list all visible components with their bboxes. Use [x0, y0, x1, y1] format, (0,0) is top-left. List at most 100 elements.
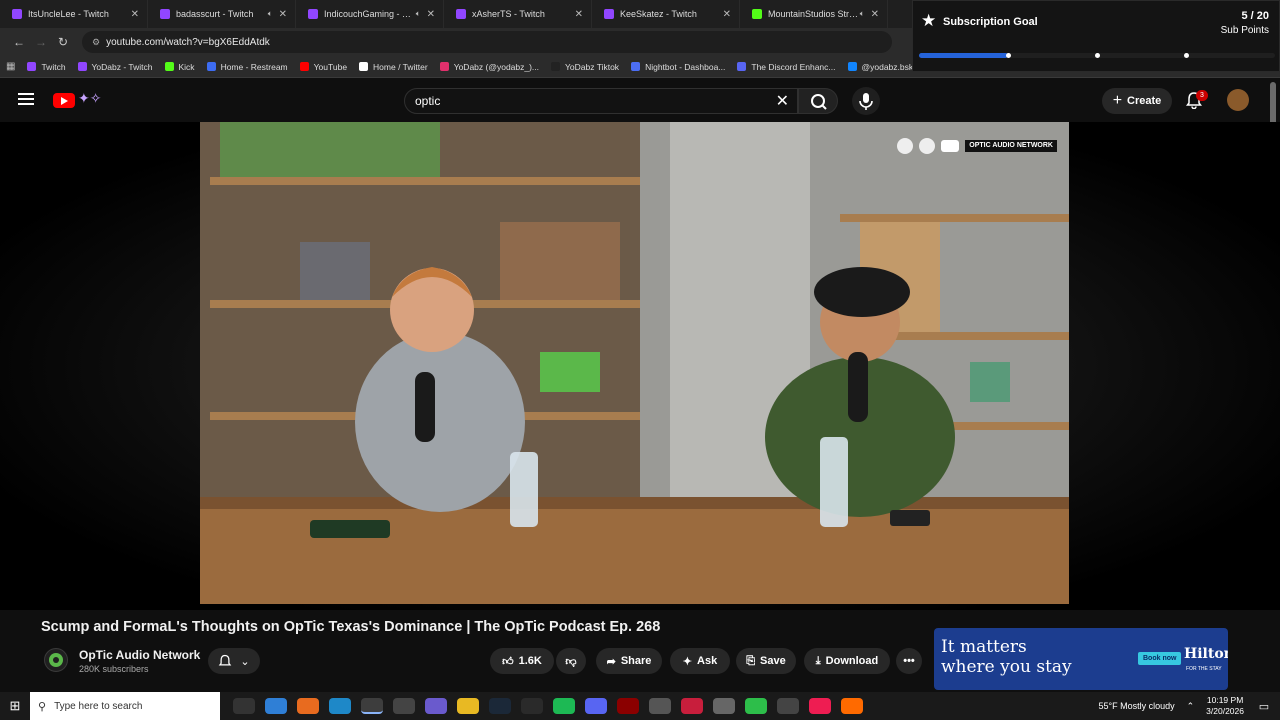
bookmark-label: YoDabz (@yodabz_)... [453, 61, 540, 72]
taskbar-search-box[interactable]: ⚲ Type here to search [30, 692, 220, 720]
chrome-icon[interactable] [361, 698, 383, 714]
tiktok-icon[interactable] [809, 698, 831, 714]
create-button[interactable]: + Create [1102, 88, 1172, 114]
sparkle-icon: ✦ [682, 655, 693, 668]
ad-headline-line-1: It matters [941, 637, 1027, 657]
youtube-logo[interactable] [53, 93, 75, 108]
discord-icon[interactable] [585, 698, 607, 714]
browser-tab[interactable]: KeeSkatez - Twitch ✕ [592, 0, 740, 28]
spotify-icon[interactable] [553, 698, 575, 714]
site-info-icon[interactable]: ⚙ [92, 37, 100, 48]
back-icon[interactable]: ← [8, 35, 30, 49]
bookmark-item[interactable]: YoDabz - Twitch [77, 62, 153, 72]
bookmark-item[interactable]: Nightbot - Dashboa... [631, 62, 725, 72]
account-avatar[interactable] [1227, 89, 1249, 111]
bookmark-item[interactable]: YoDabz Tiktok [551, 62, 619, 72]
browser-tab[interactable]: xAsherTS - Twitch ✕ [444, 0, 592, 28]
apps-icon[interactable]: ▦ [6, 61, 15, 72]
steam-icon[interactable] [489, 698, 511, 714]
bookmark-item[interactable]: YouTube [299, 62, 347, 72]
subscription-goal-progress-bar [919, 53, 1275, 58]
channel-name[interactable]: OpTic Audio Network [79, 648, 200, 662]
menu-icon[interactable] [18, 93, 34, 108]
download-button[interactable]: ⤓ Download [804, 648, 890, 674]
task-view-icon[interactable] [233, 698, 255, 714]
save-button[interactable]: ⎘ Save [736, 648, 796, 674]
app-icon[interactable] [425, 698, 447, 714]
sponsored-ad-banner[interactable]: It matters where you stay Book now Hilto… [934, 628, 1228, 690]
chevron-down-icon: ⌄ [240, 655, 250, 668]
bookmark-item[interactable]: Kick [164, 62, 195, 72]
channel-subscriber-count: 280K subscribers [79, 664, 149, 674]
reload-icon[interactable]: ↻ [52, 35, 74, 49]
goal-marker-dot [1006, 53, 1011, 58]
tab-audio-icon[interactable]: 🔈︎ [416, 9, 421, 19]
thumbs-down-icon: 👎︎ [565, 655, 577, 668]
goal-marker-dot [1184, 53, 1189, 58]
epic-games-icon[interactable] [521, 698, 543, 714]
chevron-up-icon[interactable]: ⌃ [1187, 701, 1195, 712]
settings-icon[interactable] [649, 698, 671, 714]
app-icon-green[interactable] [745, 698, 767, 714]
tab-close-icon[interactable]: ✕ [871, 9, 879, 20]
like-button[interactable]: 👍︎ 1.6K [490, 648, 554, 674]
bookmark-favicon [737, 62, 747, 71]
app-icon-orange[interactable] [841, 698, 863, 714]
bookmark-favicon [27, 62, 37, 71]
subscription-goal-unit: Sub Points [1220, 25, 1269, 36]
video-frame-image [200, 122, 1069, 604]
copilot-icon[interactable] [265, 698, 287, 714]
browser-tab[interactable]: ItsUncleLee - Twitch ✕ [0, 0, 148, 28]
app-icon-ring[interactable] [777, 698, 799, 714]
video-player[interactable]: OPTIC AUDIO NETWORK [200, 122, 1069, 604]
address-bar[interactable]: ⚙ youtube.com/watch?v=bgX6EddAtdk [82, 31, 892, 53]
more-actions-button[interactable]: ••• [896, 648, 922, 674]
bookmark-item[interactable]: Home - Restream [206, 62, 288, 72]
firefox-icon[interactable] [297, 698, 319, 714]
bookmark-item[interactable]: Home / Twitter [359, 62, 428, 72]
tab-close-icon[interactable]: ✕ [131, 9, 139, 20]
taskbar-pinned-apps [228, 698, 868, 714]
create-label: Create [1127, 95, 1162, 107]
subscription-goal-title: Subscription Goal [943, 16, 1038, 28]
clock[interactable]: 10:19 PM 3/20/2026 [1206, 695, 1244, 717]
tab-audio-icon[interactable]: 🔈︎ [860, 9, 865, 19]
browser-tab[interactable]: badasscurt - Twitch 🔈︎ ✕ [148, 0, 296, 28]
youtube-doodle-icon[interactable]: ✦✧ [78, 90, 101, 107]
bookmark-item[interactable]: Twitch [27, 62, 66, 72]
search-button[interactable] [798, 88, 838, 114]
ad-cta-button[interactable]: Book now [1138, 652, 1182, 665]
forward-icon[interactable]: → [30, 35, 52, 49]
notification-center-icon[interactable]: ▭ [1254, 700, 1274, 713]
app-icon-round[interactable] [681, 698, 703, 714]
edge-icon[interactable] [329, 698, 351, 714]
ask-button[interactable]: ✦ Ask [670, 648, 730, 674]
subscription-notification-button[interactable]: ⌄ [208, 648, 260, 674]
clear-search-icon[interactable]: ✕ [776, 91, 789, 111]
share-icon: ➦ [606, 655, 616, 668]
channel-avatar[interactable] [44, 648, 68, 672]
dislike-button[interactable]: 👎︎ [556, 648, 586, 674]
tab-close-icon[interactable]: ✕ [575, 9, 583, 20]
browser-tab[interactable]: MountainStudios Stream 🔈︎ ✕ [740, 0, 888, 28]
share-button[interactable]: ➦ Share [596, 648, 662, 674]
windows-start-icon[interactable]: ⊞ [0, 698, 30, 714]
app-icon-gray[interactable] [713, 698, 735, 714]
obs-icon[interactable] [393, 698, 415, 714]
tab-close-icon[interactable]: ✕ [723, 9, 731, 20]
file-explorer-icon[interactable] [457, 698, 479, 714]
tab-close-icon[interactable]: ✕ [279, 9, 287, 20]
bookmark-item[interactable]: The Discord Enhanc... [737, 61, 836, 72]
bookmark-label: The Discord Enhanc... [751, 61, 836, 72]
search-icon [811, 94, 827, 110]
bookmark-item[interactable]: YoDabz (@yodabz_)... [439, 61, 540, 72]
voice-search-button[interactable] [852, 87, 880, 115]
tab-close-icon[interactable]: ✕ [427, 9, 435, 20]
browser-tab[interactable]: IndicouchGaming - Twitch🔈︎ ✕ [296, 0, 444, 28]
tab-title: ItsUncleLee - Twitch [28, 9, 109, 19]
weather-widget[interactable]: 55°F Mostly cloudy [1098, 701, 1174, 711]
search-input[interactable]: optic ✕ [404, 88, 798, 114]
app-icon-red[interactable] [617, 698, 639, 714]
tab-audio-icon[interactable]: 🔈︎ [268, 9, 273, 19]
like-count: 1.6K [518, 655, 542, 667]
